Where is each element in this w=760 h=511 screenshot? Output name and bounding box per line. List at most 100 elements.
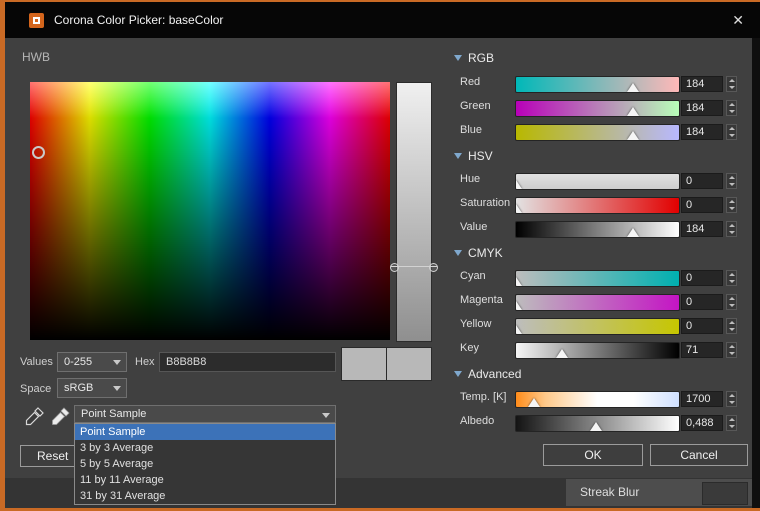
spin-down-icon[interactable] bbox=[727, 423, 736, 430]
hue-slider[interactable] bbox=[515, 173, 680, 190]
spin-up-icon[interactable] bbox=[727, 77, 736, 84]
section-header-cmyk: CMYK bbox=[454, 245, 503, 261]
spin-down-icon[interactable] bbox=[727, 84, 736, 91]
cyan-label: Cyan bbox=[460, 270, 486, 282]
streak-blur-box[interactable] bbox=[702, 482, 748, 505]
color-space-select[interactable]: sRGB bbox=[57, 378, 127, 398]
value-slider-handle[interactable] bbox=[627, 228, 639, 237]
albedo-slider-handle[interactable] bbox=[590, 422, 602, 431]
spin-down-icon[interactable] bbox=[727, 108, 736, 115]
close-button[interactable]: ✕ bbox=[726, 2, 750, 38]
row-magenta: Magenta 0 bbox=[460, 290, 742, 314]
spin-down-icon[interactable] bbox=[727, 181, 736, 188]
magenta-slider[interactable] bbox=[515, 294, 680, 311]
collapse-arrow-icon[interactable] bbox=[454, 371, 462, 377]
dropdown-option-3x3[interactable]: 3 by 3 Average bbox=[75, 440, 335, 456]
color-field-cursor[interactable] bbox=[32, 146, 45, 159]
row-value: Value 184 bbox=[460, 217, 742, 241]
collapse-arrow-icon[interactable] bbox=[454, 250, 462, 256]
yellow-slider-handle[interactable] bbox=[515, 325, 522, 334]
saturation-slider-handle[interactable] bbox=[515, 204, 522, 213]
spin-up-icon[interactable] bbox=[727, 198, 736, 205]
saturation-value-field[interactable]: 0 bbox=[681, 197, 723, 213]
dropdown-option-11x11[interactable]: 11 by 11 Average bbox=[75, 472, 335, 488]
yellow-value-field[interactable]: 0 bbox=[681, 318, 723, 334]
spin-down-icon[interactable] bbox=[727, 302, 736, 309]
spin-up-icon[interactable] bbox=[727, 174, 736, 181]
albedo-spinner bbox=[726, 415, 737, 431]
row-red: Red 184 bbox=[460, 72, 742, 96]
spin-up-icon[interactable] bbox=[727, 416, 736, 423]
magenta-slider-handle[interactable] bbox=[515, 301, 522, 310]
spin-down-icon[interactable] bbox=[727, 205, 736, 212]
spin-up-icon[interactable] bbox=[727, 271, 736, 278]
ok-button[interactable]: OK bbox=[543, 444, 643, 466]
spin-up-icon[interactable] bbox=[727, 101, 736, 108]
value-value-field[interactable]: 184 bbox=[681, 221, 723, 237]
cyan-slider-handle[interactable] bbox=[515, 277, 522, 286]
hue-slider-handle[interactable] bbox=[515, 180, 522, 189]
temperature-slider-handle[interactable] bbox=[528, 398, 540, 407]
dropdown-option-31x31[interactable]: 31 by 31 Average bbox=[75, 488, 335, 504]
dropdown-option-5x5[interactable]: 5 by 5 Average bbox=[75, 456, 335, 472]
key-slider-handle[interactable] bbox=[556, 349, 568, 358]
section-header-hsv: HSV bbox=[454, 148, 493, 164]
spin-down-icon[interactable] bbox=[727, 350, 736, 357]
sample-mode-select[interactable]: Point Sample bbox=[74, 405, 336, 423]
value-slider-hsv[interactable] bbox=[515, 221, 680, 238]
key-slider[interactable] bbox=[515, 342, 680, 359]
spin-up-icon[interactable] bbox=[727, 343, 736, 350]
cyan-value-field[interactable]: 0 bbox=[681, 270, 723, 286]
albedo-slider[interactable] bbox=[515, 415, 680, 432]
spin-down-icon[interactable] bbox=[727, 399, 736, 406]
albedo-value-field[interactable]: 0,488 bbox=[681, 415, 723, 431]
eyedropper-icon[interactable] bbox=[23, 406, 45, 428]
red-slider-handle[interactable] bbox=[627, 83, 639, 92]
color-space-selected: sRGB bbox=[64, 382, 93, 394]
values-format-select[interactable]: 0-255 bbox=[57, 352, 127, 372]
spin-down-icon[interactable] bbox=[727, 278, 736, 285]
spin-up-icon[interactable] bbox=[727, 392, 736, 399]
temperature-slider[interactable] bbox=[515, 391, 680, 408]
eyedropper-filled-icon[interactable] bbox=[49, 406, 71, 428]
brightness-slider-handle[interactable] bbox=[391, 266, 437, 267]
spin-up-icon[interactable] bbox=[727, 125, 736, 132]
temperature-value-field[interactable]: 1700 bbox=[681, 391, 723, 407]
green-slider[interactable] bbox=[515, 100, 680, 117]
key-value-field[interactable]: 71 bbox=[681, 342, 723, 358]
cyan-slider[interactable] bbox=[515, 270, 680, 287]
titlebar[interactable]: Corona Color Picker: baseColor ✕ bbox=[0, 2, 760, 38]
brightness-slider[interactable] bbox=[396, 82, 432, 342]
blue-slider-handle[interactable] bbox=[627, 131, 639, 140]
blue-slider[interactable] bbox=[515, 124, 680, 141]
hex-input[interactable] bbox=[159, 352, 336, 372]
previous-color-swatch[interactable] bbox=[387, 348, 431, 380]
collapse-arrow-icon[interactable] bbox=[454, 55, 462, 61]
row-yellow: Yellow 0 bbox=[460, 314, 742, 338]
row-key: Key 71 bbox=[460, 338, 742, 362]
collapse-arrow-icon[interactable] bbox=[454, 153, 462, 159]
green-slider-handle[interactable] bbox=[627, 107, 639, 116]
streak-blur-panel[interactable]: Streak Blur bbox=[566, 479, 752, 506]
current-color-swatch[interactable] bbox=[342, 348, 387, 380]
spin-up-icon[interactable] bbox=[727, 319, 736, 326]
spin-up-icon[interactable] bbox=[727, 222, 736, 229]
saturation-label: Saturation bbox=[460, 197, 510, 209]
dropdown-option-point-sample[interactable]: Point Sample bbox=[75, 424, 335, 440]
yellow-slider[interactable] bbox=[515, 318, 680, 335]
spin-up-icon[interactable] bbox=[727, 295, 736, 302]
spin-down-icon[interactable] bbox=[727, 229, 736, 236]
saturation-slider[interactable] bbox=[515, 197, 680, 214]
spin-down-icon[interactable] bbox=[727, 132, 736, 139]
color-field[interactable] bbox=[30, 82, 390, 340]
spin-down-icon[interactable] bbox=[727, 326, 736, 333]
green-value-field[interactable]: 184 bbox=[681, 100, 723, 116]
blue-value-field[interactable]: 184 bbox=[681, 124, 723, 140]
red-value-field[interactable]: 184 bbox=[681, 76, 723, 92]
hue-value-field[interactable]: 0 bbox=[681, 173, 723, 189]
cancel-button[interactable]: Cancel bbox=[650, 444, 748, 466]
red-slider[interactable] bbox=[515, 76, 680, 93]
handle-right-circle-icon bbox=[429, 263, 438, 272]
magenta-value-field[interactable]: 0 bbox=[681, 294, 723, 310]
saturation-spinner bbox=[726, 197, 737, 213]
